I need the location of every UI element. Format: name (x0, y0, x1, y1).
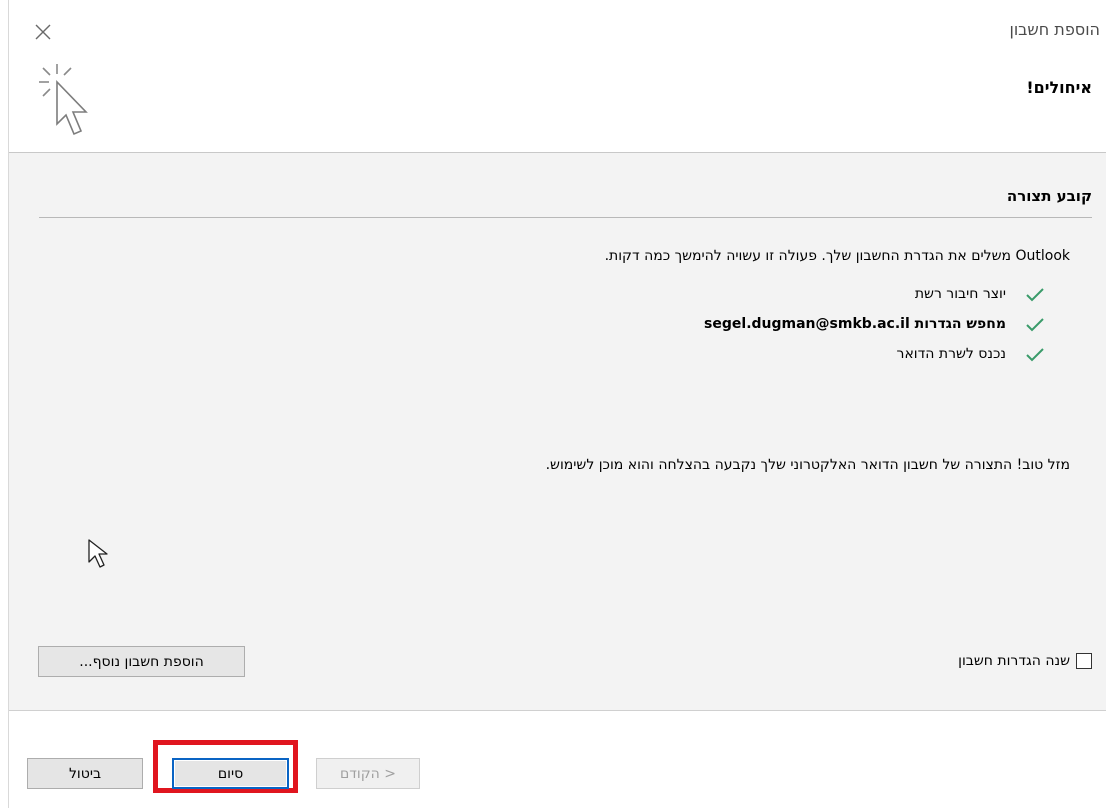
section-divider (39, 217, 1092, 218)
dialog-title: הוספת חשבון (1009, 20, 1100, 39)
check-icon (1026, 318, 1044, 332)
mouse-cursor-icon (88, 539, 108, 568)
change-settings-option[interactable]: שנה הגדרות חשבון (958, 653, 1092, 669)
close-icon[interactable] (33, 22, 53, 42)
success-message: מזל טוב! התצורה של חשבון הדואר האלקטרוני… (545, 457, 1070, 473)
step-item: מחפש הגדרות segel.dugman@smkb.ac.il (704, 309, 1046, 339)
finish-button[interactable]: סיום (172, 758, 289, 789)
add-another-account-button[interactable]: הוספת חשבון נוסף... (38, 646, 245, 677)
section-title: קובע תצורה (1006, 187, 1092, 205)
cancel-button[interactable]: ביטול (27, 758, 143, 789)
step-label: יוצר חיבור רשת (914, 286, 1006, 302)
step-item: יוצר חיבור רשת (704, 279, 1046, 309)
check-icon (1026, 288, 1044, 302)
steps-list: יוצר חיבור רשת מחפש הגדרות segel.dugman@… (704, 279, 1046, 369)
back-button[interactable]: < הקודם (316, 758, 420, 789)
step-label: מחפש הגדרות segel.dugman@smkb.ac.il (704, 316, 1006, 332)
info-text: Outlook משלים את הגדרת החשבון שלך. פעולה… (604, 248, 1070, 264)
dialog-header: הוספת חשבון איחולים! (9, 0, 1106, 152)
wizard-click-icon (39, 64, 88, 136)
page-title: איחולים! (1026, 78, 1092, 97)
change-settings-checkbox[interactable] (1076, 653, 1092, 669)
dialog-footer: ביטול סיום < הקודם (9, 711, 1106, 808)
step-item: נכנס לשרת הדואר (704, 339, 1046, 369)
check-icon (1026, 348, 1044, 362)
step-label: נכנס לשרת הדואר (896, 346, 1006, 362)
content-panel: קובע תצורה Outlook משלים את הגדרת החשבון… (9, 153, 1106, 710)
change-settings-label[interactable]: שנה הגדרות חשבון (958, 653, 1070, 669)
